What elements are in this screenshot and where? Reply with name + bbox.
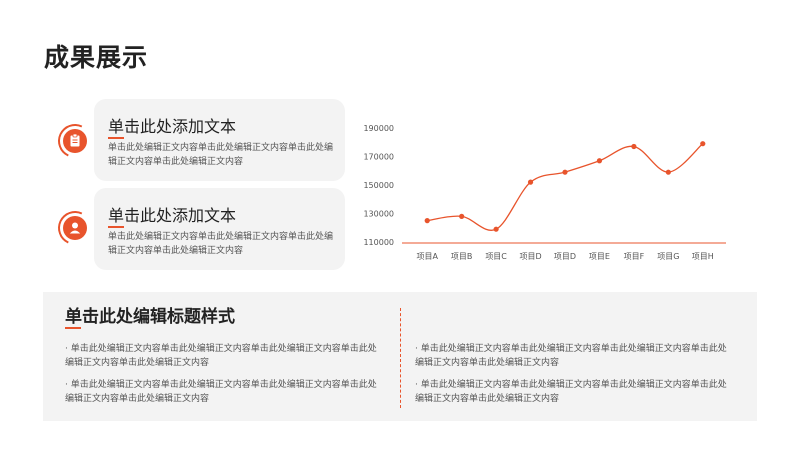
data-point	[527, 179, 534, 185]
x-tick-label: 项目B	[451, 252, 473, 261]
data-point	[596, 158, 603, 164]
text-card[interactable]: 单击此处添加文本 单击此处编辑正文内容单击此处编辑正文内容单击此处编辑正文内容单…	[94, 188, 345, 270]
x-tick-label: 项目H	[692, 252, 714, 261]
x-tick-label: 项目F	[624, 252, 645, 261]
clipboard-icon	[63, 129, 87, 153]
user-icon	[63, 216, 87, 240]
text-card[interactable]: 单击此处添加文本 单击此处编辑正文内容单击此处编辑正文内容单击此处编辑正文内容单…	[94, 99, 345, 181]
panel-title: 单击此处编辑标题样式	[65, 307, 235, 327]
data-point	[493, 226, 499, 232]
data-point	[700, 141, 706, 147]
bullet-text: 单击此处编辑正文内容单击此处编辑正文内容单击此处编辑正文内容单击此处编辑正文内容…	[65, 378, 385, 406]
x-tick-label: 项目E	[589, 252, 610, 261]
y-tick-label: 190000	[363, 124, 394, 133]
card-body: 单击此处编辑正文内容单击此处编辑正文内容单击此处编辑正文内容单击此处编辑正文内容	[108, 143, 334, 167]
accent-rule	[108, 137, 124, 139]
x-tick-label: 项目D	[554, 252, 576, 261]
x-tick-label: 项目C	[485, 252, 507, 261]
x-tick-label: 项目A	[416, 252, 438, 261]
x-tick-label: 项目D	[519, 252, 541, 261]
card-icon-badge	[53, 206, 97, 250]
bullet-text: 单击此处编辑正文内容单击此处编辑正文内容单击此处编辑正文内容单击此处编辑正文内容…	[415, 342, 735, 370]
summary-panel: 单击此处编辑标题样式 单击此处编辑正文内容单击此处编辑正文内容单击此处编辑正文内…	[43, 292, 757, 421]
series-line	[427, 143, 704, 231]
x-tick-label: 项目G	[657, 252, 679, 261]
y-tick-label: 130000	[363, 210, 394, 219]
card-body: 单击此处编辑正文内容单击此处编辑正文内容单击此处编辑正文内容单击此处编辑正文内容	[108, 232, 334, 256]
y-tick-label: 150000	[363, 181, 394, 190]
accent-rule	[65, 327, 81, 329]
accent-rule	[108, 226, 124, 228]
data-point	[562, 169, 568, 175]
data-point	[665, 169, 671, 175]
page-title: 成果展示	[44, 43, 149, 72]
card-title: 单击此处添加文本	[108, 206, 237, 225]
card-icon-badge	[53, 119, 97, 163]
data-point	[631, 143, 637, 150]
y-tick-label: 110000	[363, 238, 394, 247]
data-point	[459, 213, 465, 219]
bullet-text: 单击此处编辑正文内容单击此处编辑正文内容单击此处编辑正文内容单击此处编辑正文内容…	[65, 342, 385, 370]
y-tick-label: 170000	[363, 153, 394, 162]
data-point	[424, 218, 430, 224]
bullet-text: 单击此处编辑正文内容单击此处编辑正文内容单击此处编辑正文内容单击此处编辑正文内容…	[415, 378, 735, 406]
line-chart: 190000 170000 150000 130000 110000 项目A 项目B 项目C 项…	[363, 124, 726, 261]
dashed-divider	[400, 308, 401, 408]
card-title: 单击此处添加文本	[108, 117, 237, 136]
